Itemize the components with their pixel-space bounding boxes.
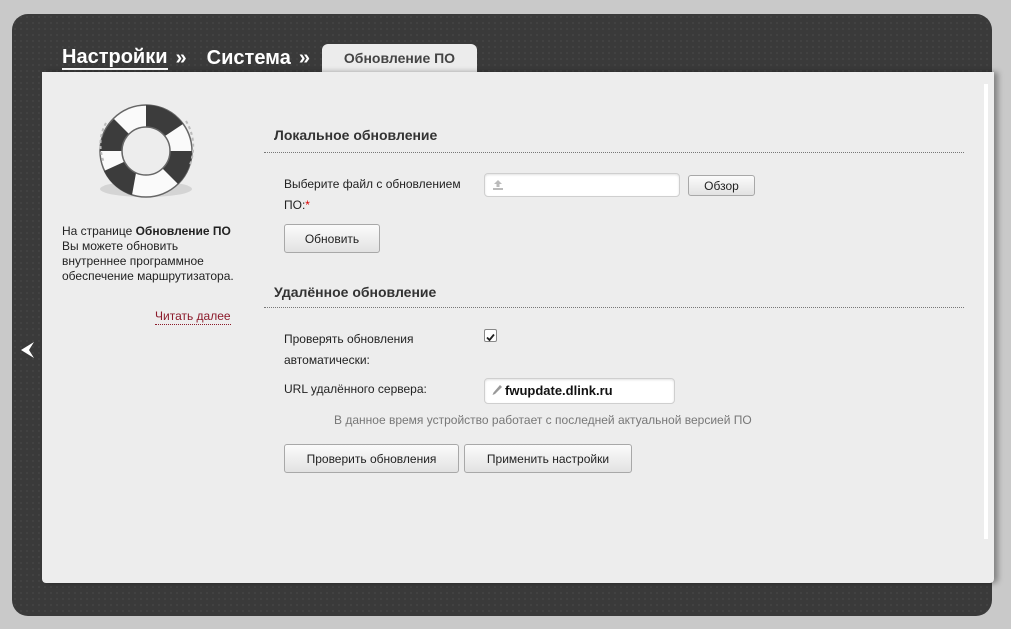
local-update-title: Локальное обновление: [274, 127, 438, 143]
remote-update-title: Удалённое обновление: [274, 284, 437, 300]
server-url-input[interactable]: fwupdate.dlink.ru: [484, 378, 675, 404]
status-message: В данное время устройство работает с пос…: [334, 413, 752, 427]
file-select-label-text: Выберите файл с обновлением ПО:: [284, 177, 461, 212]
breadcrumb-system-link[interactable]: Система: [207, 47, 291, 70]
tab-firmware-update[interactable]: Обновление ПО: [322, 44, 477, 74]
update-button[interactable]: Обновить: [284, 224, 380, 253]
help-text-page-name: Обновление ПО: [135, 224, 231, 238]
checkmark-icon: [486, 333, 495, 342]
file-input[interactable]: [484, 173, 680, 197]
help-text: На странице Обновление ПО Вы можете обно…: [62, 224, 238, 284]
help-text-prefix: На странице: [62, 224, 136, 238]
server-url-value: fwupdate.dlink.ru: [505, 383, 613, 398]
scrollbar[interactable]: [984, 84, 988, 539]
collapse-arrow-icon[interactable]: [18, 340, 36, 360]
auto-check-checkbox[interactable]: [484, 329, 497, 342]
browse-button[interactable]: Обзор: [688, 175, 755, 196]
upload-icon: [493, 180, 503, 190]
divider: [264, 307, 964, 308]
auto-check-label: Проверять обновления автоматически:: [284, 332, 414, 367]
required-mark: *: [305, 198, 310, 212]
check-updates-button[interactable]: Проверить обновления: [284, 444, 459, 473]
pencil-icon: [492, 385, 502, 395]
apply-settings-button[interactable]: Применить настройки: [464, 444, 632, 473]
breadcrumb: Настройки » Система »: [62, 44, 330, 72]
divider: [264, 152, 964, 153]
breadcrumb-separator: »: [175, 46, 187, 69]
breadcrumb-settings-link[interactable]: Настройки: [62, 46, 168, 70]
breadcrumb-separator: »: [298, 46, 310, 69]
file-select-label: Выберите файл с обновлением ПО:*: [284, 174, 474, 216]
server-url-label: URL удалённого сервера:: [284, 382, 427, 396]
help-text-suffix: Вы можете обновить внутреннее программно…: [62, 239, 234, 283]
lifebuoy-icon: [99, 104, 195, 198]
read-more-link[interactable]: Читать далее: [155, 309, 231, 325]
